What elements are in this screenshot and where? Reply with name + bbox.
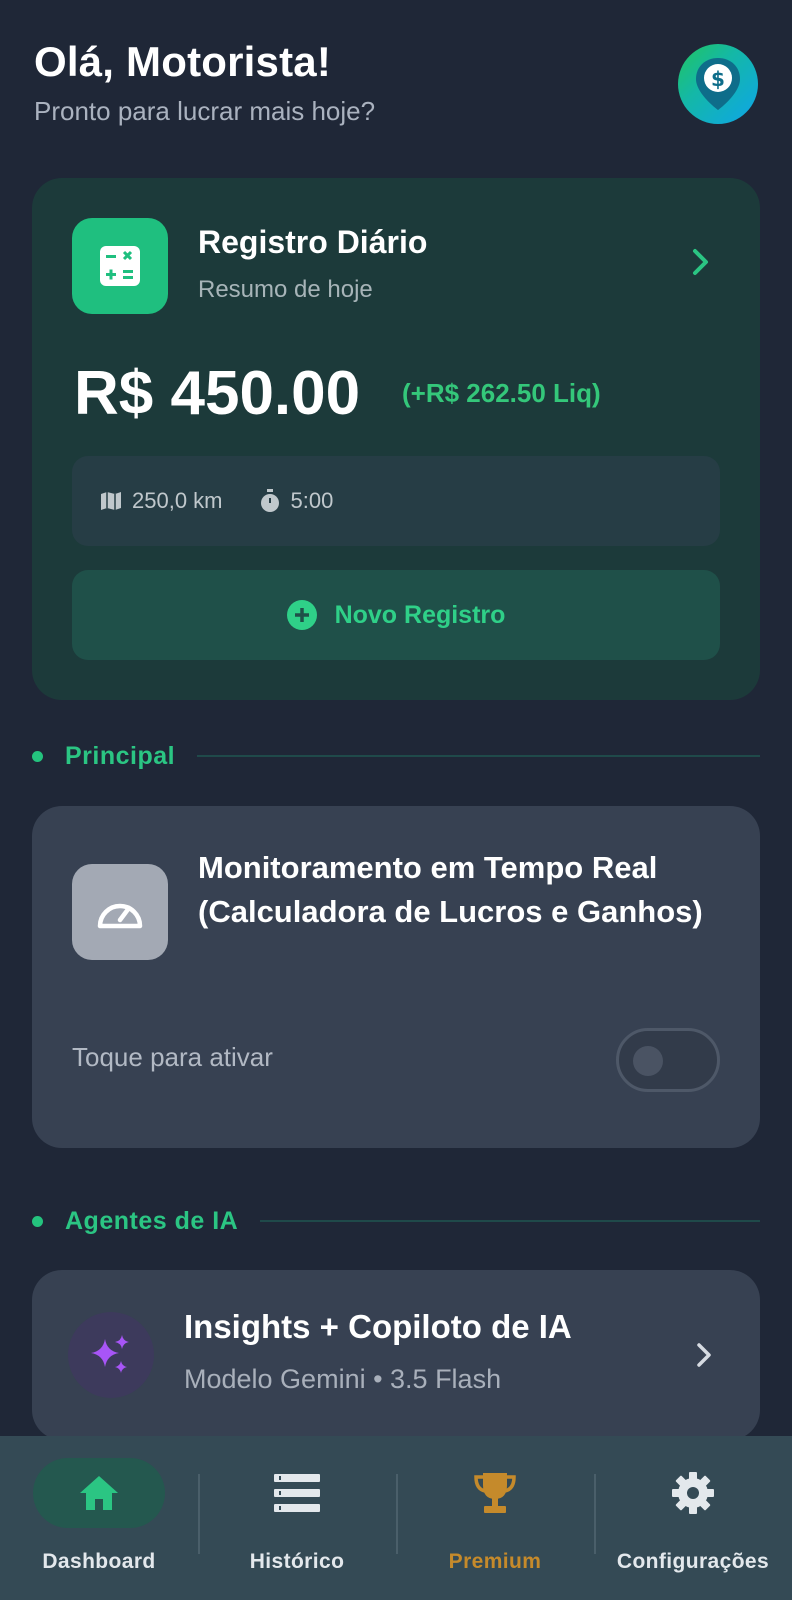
ai-card-subtitle: Modelo Gemini • 3.5 Flash <box>184 1364 502 1394</box>
ai-insights-card[interactable]: Insights + Copiloto de IA Modelo Gemini … <box>32 1270 760 1440</box>
toggle-knob <box>633 1046 663 1076</box>
greeting-subtitle: Pronto para lucrar mais hoje? <box>34 96 376 126</box>
nav-icon-wrap <box>429 1458 561 1528</box>
section-principal-label: Principal <box>65 741 176 770</box>
section-principal: Principal <box>32 741 760 771</box>
section-divider <box>260 1220 760 1222</box>
stopwatch-icon <box>260 489 279 512</box>
monitor-toggle[interactable] <box>616 1028 720 1092</box>
monitor-title: Monitoramento em Tempo Real (Calculadora… <box>198 850 703 929</box>
monitor-hint: Toque para ativar <box>72 1042 273 1072</box>
net-amount: (+R$ 262.50 Liq) <box>402 378 601 408</box>
chevron-right-icon[interactable] <box>692 248 710 281</box>
ai-card-title: Insights + Copiloto de IA <box>184 1308 572 1345</box>
nav-label: Histórico <box>249 1550 345 1573</box>
speedometer-icon <box>72 864 168 960</box>
nav-history[interactable]: Histórico <box>198 1436 396 1600</box>
new-register-label: Novo Registro <box>334 600 506 629</box>
list-icon <box>274 1474 320 1512</box>
svg-text:$: $ <box>711 67 725 91</box>
distance-stat: 250,0 km <box>100 488 223 514</box>
calculator-icon <box>72 218 168 314</box>
section-dot <box>32 750 43 762</box>
header: Olá, Motorista! Pronto para lucrar mais … <box>34 38 758 138</box>
nav-label: Dashboard <box>42 1550 156 1573</box>
chevron-right-icon[interactable] <box>696 1342 712 1373</box>
plus-circle-icon <box>286 600 317 630</box>
nav-active-indicator <box>33 1458 165 1528</box>
nav-label: Configurações <box>616 1550 770 1573</box>
daily-card-subtitle: Resumo de hoje <box>198 276 373 303</box>
bottom-navigation: Dashboard Histórico Premium Configuraçõe… <box>0 1436 792 1600</box>
distance-value: 250,0 km <box>132 488 223 513</box>
nav-settings[interactable]: Configurações <box>594 1436 792 1600</box>
daily-card-title: Registro Diário <box>198 224 428 260</box>
gear-icon <box>672 1472 714 1514</box>
trophy-icon <box>474 1473 516 1513</box>
duration-stat: 5:00 <box>259 488 334 514</box>
daily-register-card[interactable]: Registro Diário Resumo de hoje R$ 450.00… <box>32 178 760 700</box>
daily-stats: 250,0 km 5:00 <box>72 456 720 546</box>
dollar-pin-icon[interactable]: $ <box>678 44 758 124</box>
section-dot <box>32 1215 43 1227</box>
sparkles-icon <box>68 1312 154 1398</box>
nav-label: Premium <box>448 1550 542 1573</box>
duration-value: 5:00 <box>290 488 334 513</box>
section-divider <box>197 755 760 757</box>
nav-premium[interactable]: Premium <box>396 1436 594 1600</box>
home-icon <box>80 1476 118 1510</box>
daily-amount: R$ 450.00 <box>74 359 361 428</box>
greeting-title: Olá, Motorista! <box>34 38 332 85</box>
nav-icon-wrap <box>231 1458 363 1528</box>
realtime-monitor-card[interactable]: Monitoramento em Tempo Real (Calculadora… <box>32 806 760 1148</box>
nav-dashboard[interactable]: Dashboard <box>0 1436 198 1600</box>
section-ai-label: Agentes de IA <box>65 1206 239 1235</box>
section-ai-agents: Agentes de IA <box>32 1206 760 1236</box>
new-register-button[interactable]: Novo Registro <box>72 570 720 660</box>
nav-icon-wrap <box>627 1458 759 1528</box>
map-icon <box>101 492 121 510</box>
